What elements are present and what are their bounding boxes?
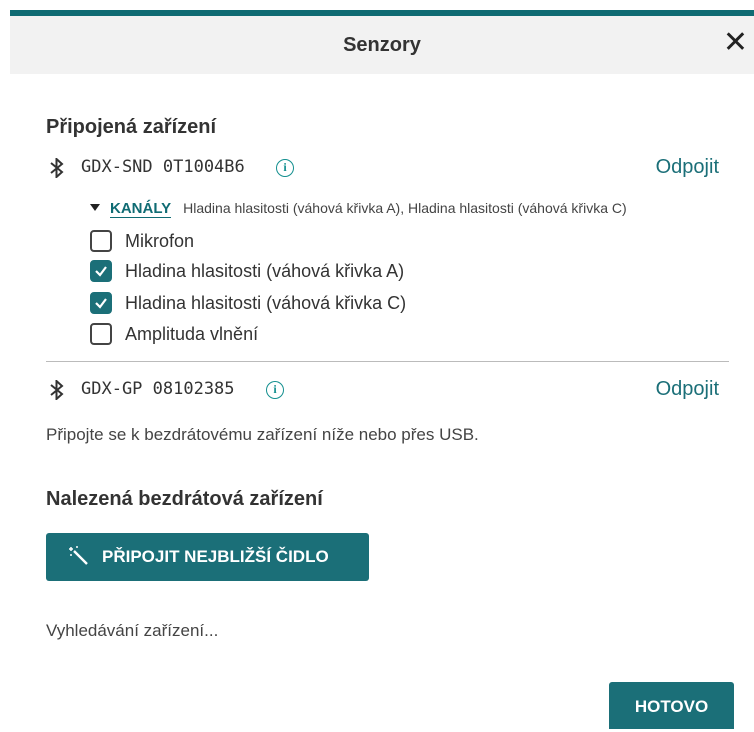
device-row: GDX-SND 0T1004B6 i Odpojit [46, 156, 729, 182]
info-icon[interactable]: i [266, 381, 284, 399]
device-name: GDX-SND 0T1004B6 [81, 157, 245, 177]
device-name: GDX-GP 08102385 [81, 379, 235, 399]
info-icon[interactable]: i [276, 159, 294, 177]
connect-nearest-sensor-button[interactable]: PŘIPOJIT NEJBLIŽŠÍ ČIDLO [46, 533, 369, 581]
found-devices-title: Nalezená bezdrátová zařízení [46, 488, 323, 510]
check-icon [95, 266, 107, 277]
channels-summary: Hladina hlasitosti (váhová křivka A), Hl… [183, 200, 627, 216]
done-button[interactable]: HOTOVO [609, 682, 734, 729]
channel-label: Amplituda vlnění [125, 324, 259, 344]
wand-icon [69, 546, 88, 565]
bluetooth-icon [50, 380, 64, 400]
close-icon[interactable]: ✕ [723, 28, 748, 58]
connect-nearest-label: PŘIPOJIT NEJBLIŽŠÍ ČIDLO [102, 547, 329, 566]
dialog-title: Senzory [343, 34, 421, 56]
channel-label: Hladina hlasitosti (váhová křivka A) [125, 261, 405, 281]
check-icon [95, 298, 107, 309]
checkbox[interactable] [90, 230, 112, 252]
channel-label: Hladina hlasitosti (váhová křivka C) [125, 293, 407, 313]
connect-hint: Připojte se k bezdrátovému zařízení níže… [46, 425, 479, 444]
disconnect-link[interactable]: Odpojit [656, 156, 719, 179]
divider [46, 361, 729, 362]
checkbox[interactable] [90, 323, 112, 345]
expand-triangle-icon[interactable] [90, 203, 100, 211]
checkbox-checked[interactable] [90, 260, 112, 282]
channels-row: KANÁLY Hladina hlasitosti (váhová křivka … [90, 200, 627, 218]
searching-status: Vyhledávání zařízení... [46, 621, 219, 640]
checkbox-checked[interactable] [90, 292, 112, 314]
device-row: GDX-GP 08102385 i Odpojit [46, 378, 729, 404]
bluetooth-icon [50, 158, 64, 178]
channel-label: Mikrofon [125, 231, 195, 251]
dialog-header: Senzory ✕ [10, 16, 754, 74]
connected-devices-title: Připojená zařízení [46, 116, 217, 138]
disconnect-link[interactable]: Odpojit [656, 378, 719, 401]
channels-toggle[interactable]: KANÁLY [110, 200, 172, 218]
